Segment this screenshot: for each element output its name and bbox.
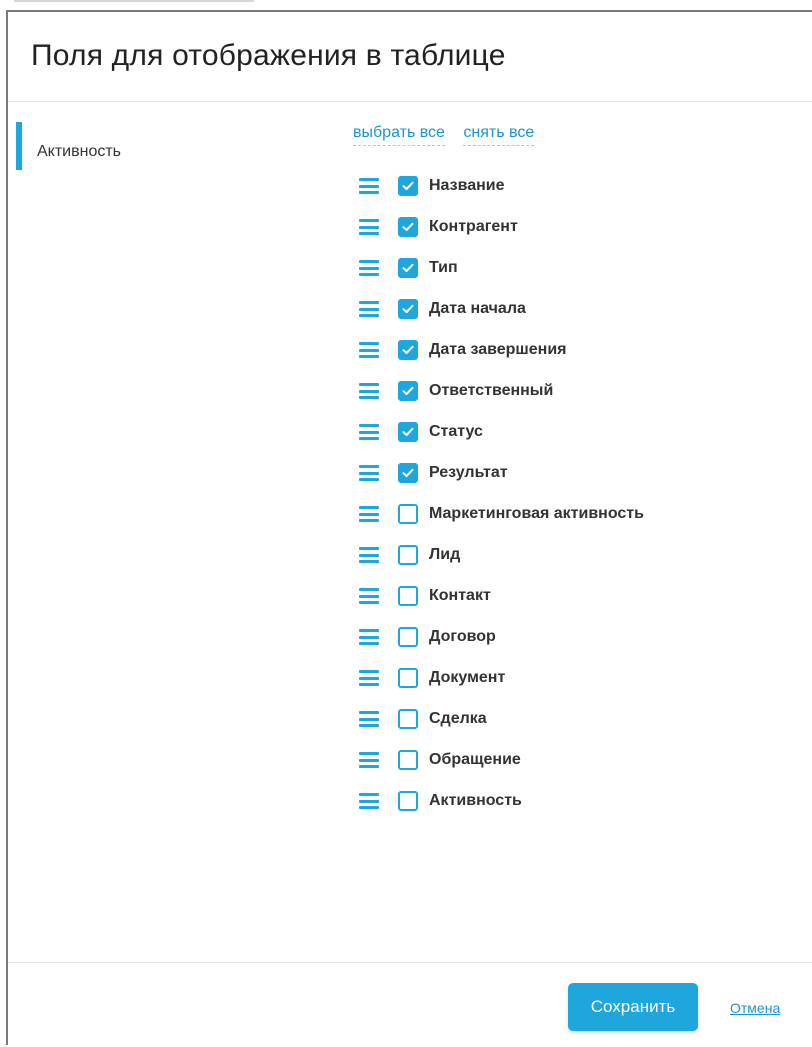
select-all-link[interactable]: выбрать все: [353, 124, 445, 146]
drag-handle-icon[interactable]: [359, 793, 379, 809]
field-row: Договор: [353, 627, 803, 668]
field-row: Дата завершения: [353, 340, 803, 381]
field-row: Дата начала: [353, 299, 803, 340]
checkmark-icon: [402, 427, 414, 436]
drag-handle-icon[interactable]: [359, 506, 379, 522]
field-label: Статус: [429, 423, 483, 440]
field-label: Лид: [429, 546, 461, 563]
drag-handle-icon[interactable]: [359, 342, 379, 358]
drag-handle-icon[interactable]: [359, 670, 379, 686]
field-row: Лид: [353, 545, 803, 586]
field-label: Ответственный: [429, 382, 554, 399]
dialog-footer: Сохранить Отмена: [8, 962, 812, 1047]
field-label: Договор: [429, 628, 496, 645]
field-row: Название: [353, 176, 803, 217]
checkmark-icon: [402, 222, 414, 231]
field-checkbox[interactable]: [398, 545, 418, 565]
drag-handle-icon[interactable]: [359, 629, 379, 645]
drag-handle-icon[interactable]: [359, 260, 379, 276]
field-label: Активность: [429, 792, 522, 809]
fields-list: Название Контрагент Тип Дата начала Дата зав…: [353, 176, 803, 832]
field-label: Контакт: [429, 587, 491, 604]
field-label: Тип: [429, 259, 458, 276]
deselect-all-link[interactable]: снять все: [463, 124, 535, 146]
dialog-title: Поля для отображения в таблице: [31, 39, 506, 72]
checkmark-icon: [402, 181, 414, 190]
field-label: Документ: [429, 669, 506, 686]
field-checkbox[interactable]: [398, 791, 418, 811]
sidebar-item-label: Активность: [37, 143, 122, 160]
checkmark-icon: [402, 304, 414, 313]
sidebar: Активность: [8, 102, 308, 170]
field-checkbox[interactable]: [398, 176, 418, 196]
field-row: Тип: [353, 258, 803, 299]
cancel-link[interactable]: Отмена: [730, 1000, 780, 1016]
field-checkbox[interactable]: [398, 422, 418, 442]
fields-dialog: Поля для отображения в таблице Активност…: [6, 10, 812, 1045]
field-checkbox[interactable]: [398, 340, 418, 360]
fields-panel: выбрать все снять все Название Контрагент…: [353, 124, 803, 832]
field-row: Результат: [353, 463, 803, 504]
drag-handle-icon[interactable]: [359, 301, 379, 317]
drag-handle-icon[interactable]: [359, 711, 379, 727]
field-row: Контрагент: [353, 217, 803, 258]
field-row: Обращение: [353, 750, 803, 791]
checkmark-icon: [402, 345, 414, 354]
background-strip: [0, 0, 812, 10]
drag-handle-icon[interactable]: [359, 424, 379, 440]
field-checkbox[interactable]: [398, 217, 418, 237]
save-button[interactable]: Сохранить: [568, 983, 698, 1031]
drag-handle-icon[interactable]: [359, 219, 379, 235]
field-checkbox[interactable]: [398, 750, 418, 770]
field-row: Ответственный: [353, 381, 803, 422]
field-label: Дата завершения: [429, 341, 567, 358]
drag-handle-icon[interactable]: [359, 752, 379, 768]
field-checkbox[interactable]: [398, 381, 418, 401]
dialog-header: Поля для отображения в таблице: [8, 12, 812, 102]
checkmark-icon: [402, 386, 414, 395]
field-checkbox[interactable]: [398, 299, 418, 319]
drag-handle-icon[interactable]: [359, 547, 379, 563]
field-checkbox[interactable]: [398, 668, 418, 688]
field-checkbox[interactable]: [398, 709, 418, 729]
sidebar-item-activity[interactable]: Активность: [8, 102, 308, 170]
field-checkbox[interactable]: [398, 258, 418, 278]
drag-handle-icon[interactable]: [359, 588, 379, 604]
drag-handle-icon[interactable]: [359, 178, 379, 194]
drag-handle-icon[interactable]: [359, 465, 379, 481]
checkmark-icon: [402, 263, 414, 272]
field-checkbox[interactable]: [398, 463, 418, 483]
field-row: Контакт: [353, 586, 803, 627]
field-row: Сделка: [353, 709, 803, 750]
field-label: Название: [429, 177, 505, 194]
background-divider: [14, 0, 254, 2]
field-row: Активность: [353, 791, 803, 832]
field-checkbox[interactable]: [398, 586, 418, 606]
field-label: Контрагент: [429, 218, 518, 235]
field-checkbox[interactable]: [398, 504, 418, 524]
drag-handle-icon[interactable]: [359, 383, 379, 399]
checkmark-icon: [402, 468, 414, 477]
field-label: Маркетинговая активность: [429, 505, 644, 522]
active-indicator: [16, 122, 22, 170]
field-row: Маркетинговая активность: [353, 504, 803, 545]
field-label: Результат: [429, 464, 508, 481]
field-checkbox[interactable]: [398, 627, 418, 647]
bulk-actions: выбрать все снять все: [353, 124, 803, 154]
field-label: Дата начала: [429, 300, 526, 317]
field-label: Сделка: [429, 710, 487, 727]
field-row: Документ: [353, 668, 803, 709]
field-row: Статус: [353, 422, 803, 463]
field-label: Обращение: [429, 751, 521, 768]
